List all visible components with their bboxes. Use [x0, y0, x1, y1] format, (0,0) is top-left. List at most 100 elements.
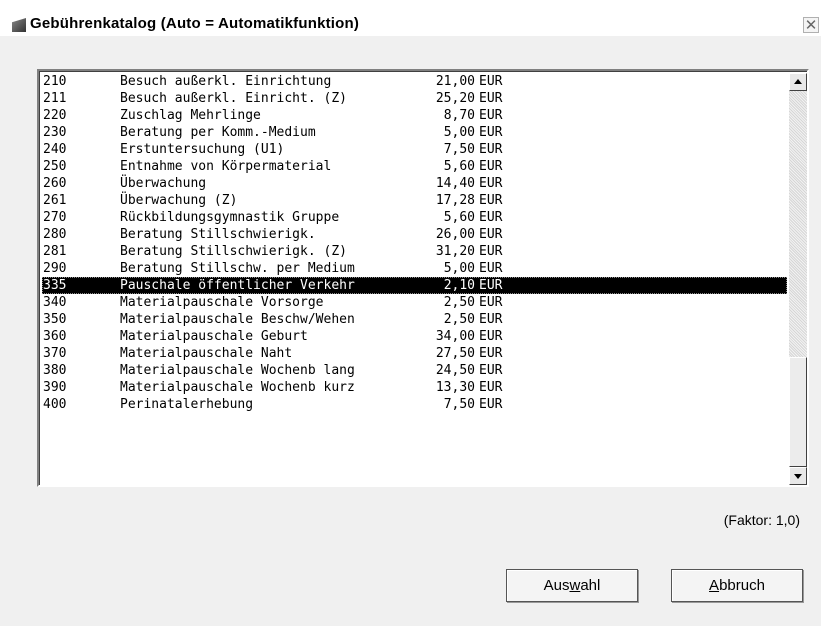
scroll-up-button[interactable] [789, 73, 807, 91]
list-item-amount: 26,00 [435, 227, 475, 242]
list-item-currency: EUR [479, 329, 503, 344]
list-item[interactable]: 211 Besuch außerkl. Einricht. (Z) 25,20 EUR [42, 90, 787, 107]
list-item-currency: EUR [479, 312, 503, 327]
list-item-selected[interactable]: 335 Pauschale öffentlicher Verkehr 2,10 EUR [42, 277, 787, 294]
list-item-currency: EUR [479, 244, 503, 259]
list-item-description: Materialpauschale Beschw/Wehen [120, 312, 355, 327]
list-item-code: 230 [43, 125, 67, 140]
list-item-code: 400 [43, 397, 67, 412]
list-item[interactable]: 270 Rückbildungsgymnastik Gruppe 5,60 EUR [42, 209, 787, 226]
list-item-description: Perinatalerhebung [120, 397, 254, 412]
arrow-up-icon [794, 79, 802, 84]
list-item[interactable]: 370 Materialpauschale Naht 27,50 EUR [42, 345, 787, 362]
list-item-code: 290 [43, 261, 67, 276]
list-item-description: Rückbildungsgymnastik Gruppe [120, 210, 340, 225]
list-item-description: Überwachung (Z) [120, 193, 238, 208]
list-item[interactable]: 390 Materialpauschale Wochenb kurz 13,30 EU… [42, 379, 787, 396]
list-item-currency: EUR [479, 380, 503, 395]
list-item[interactable]: 220 Zuschlag Mehrlinge 8,70 EUR [42, 107, 787, 124]
cancel-button[interactable]: Abbruch [671, 569, 803, 602]
list-item-amount: 34,00 [435, 329, 475, 344]
list-item-code: 261 [43, 193, 67, 208]
list-item[interactable]: 380 Materialpauschale Wochenb lang 24,50 EU… [42, 362, 787, 379]
title-bar: Gebührenkatalog (Auto = Automatikfunktio… [0, 0, 821, 36]
list-item-currency: EUR [479, 397, 503, 412]
fee-list-rows: 210 Besuch außerkl. Einrichtung 21,00 EUR 21… [42, 73, 787, 485]
list-item-code: 270 [43, 210, 67, 225]
list-item-code: 350 [43, 312, 67, 327]
list-item-description: Überwachung [120, 176, 207, 191]
list-item-description: Materialpauschale Naht [120, 346, 293, 361]
list-item-currency: EUR [479, 193, 503, 208]
list-item-currency: EUR [479, 108, 503, 123]
list-item-description: Zuschlag Mehrlinge [120, 108, 261, 123]
list-item-currency: EUR [479, 74, 503, 89]
list-item[interactable]: 360 Materialpauschale Geburt 34,00 EUR [42, 328, 787, 345]
list-item-amount: 2,10 [443, 278, 475, 293]
list-item-code: 281 [43, 244, 67, 259]
list-item-description: Materialpauschale Wochenb kurz [120, 380, 355, 395]
list-item-amount: 5,00 [443, 261, 475, 276]
list-item[interactable]: 250 Entnahme von Körpermaterial 5,60 EUR [42, 158, 787, 175]
select-button-text-pre: Aus [543, 577, 570, 594]
list-item-currency: EUR [479, 210, 503, 225]
scroll-thumb[interactable] [789, 357, 807, 467]
list-item-amount: 21,00 [435, 74, 475, 89]
list-item[interactable]: 281 Beratung Stillschwierigk. (Z) 31,20 EUR [42, 243, 787, 260]
list-item-code: 360 [43, 329, 67, 344]
fee-catalog-list[interactable]: 210 Besuch außerkl. Einrichtung 21,00 EUR 21… [37, 69, 809, 487]
list-item-currency: EUR [479, 227, 503, 242]
list-item[interactable]: 261 Überwachung (Z) 17,28 EUR [42, 192, 787, 209]
list-item-amount: 5,00 [443, 125, 475, 140]
select-button-text-post: ahl [580, 577, 601, 594]
close-button[interactable]: ✕ [803, 17, 819, 33]
list-item-amount: 17,28 [435, 193, 475, 208]
list-item-amount: 24,50 [435, 363, 475, 378]
list-item-description: Beratung Stillschwierigk. (Z) [120, 244, 347, 259]
list-item-description: Beratung per Komm.-Medium [120, 125, 316, 140]
vertical-scrollbar[interactable] [789, 73, 807, 485]
list-item[interactable]: 350 Materialpauschale Beschw/Wehen 2,50 EUR [42, 311, 787, 328]
list-item-currency: EUR [479, 363, 503, 378]
list-item-code: 210 [43, 74, 67, 89]
list-item-code: 211 [43, 91, 67, 106]
scroll-down-button[interactable] [789, 467, 807, 485]
list-item-code: 280 [43, 227, 67, 242]
list-item-amount: 8,70 [443, 108, 475, 123]
list-item-description: Besuch außerkl. Einrichtung [120, 74, 332, 89]
list-item[interactable]: 230 Beratung per Komm.-Medium 5,00 EUR [42, 124, 787, 141]
list-item[interactable]: 290 Beratung Stillschw. per Medium 5,00 EUR [42, 260, 787, 277]
list-item-code: 260 [43, 176, 67, 191]
list-item-amount: 14,40 [435, 176, 475, 191]
list-item-code: 380 [43, 363, 67, 378]
list-item-code: 340 [43, 295, 67, 310]
list-item-currency: EUR [479, 176, 503, 191]
list-item-amount: 5,60 [443, 159, 475, 174]
select-button-accelerator: w [569, 577, 581, 594]
list-item-amount: 7,50 [443, 142, 475, 157]
list-item[interactable]: 240 Erstuntersuchung (U1) 7,50 EUR [42, 141, 787, 158]
list-item-amount: 31,20 [435, 244, 475, 259]
list-item[interactable]: 210 Besuch außerkl. Einrichtung 21,00 EUR [42, 73, 787, 90]
list-item-description: Materialpauschale Vorsorge [120, 295, 324, 310]
select-button[interactable]: Auswahl [506, 569, 638, 602]
arrow-down-icon [794, 474, 802, 479]
list-item-currency: EUR [479, 91, 503, 106]
list-item[interactable]: 260 Überwachung 14,40 EUR [42, 175, 787, 192]
list-item[interactable]: 400 Perinatalerhebung 7,50 EUR [42, 396, 787, 413]
list-item-code: 250 [43, 159, 67, 174]
factor-label: (Faktor: 1,0) [723, 512, 800, 528]
list-item-currency: EUR [479, 125, 503, 140]
window-icon [12, 18, 26, 32]
list-item-description: Besuch außerkl. Einricht. (Z) [120, 91, 347, 106]
window-title: Gebührenkatalog (Auto = Automatikfunktio… [30, 15, 360, 32]
list-item[interactable]: 340 Materialpauschale Vorsorge 2,50 EUR [42, 294, 787, 311]
list-item-currency: EUR [479, 346, 503, 361]
list-item-amount: 27,50 [435, 346, 475, 361]
list-item-currency: EUR [479, 142, 503, 157]
list-item-currency: EUR [479, 295, 503, 310]
list-item-description: Materialpauschale Wochenb lang [120, 363, 355, 378]
list-item[interactable]: 280 Beratung Stillschwierigk. 26,00 EUR [42, 226, 787, 243]
list-item-description: Pauschale öffentlicher Verkehr [120, 278, 355, 293]
list-item-description: Materialpauschale Geburt [120, 329, 308, 344]
